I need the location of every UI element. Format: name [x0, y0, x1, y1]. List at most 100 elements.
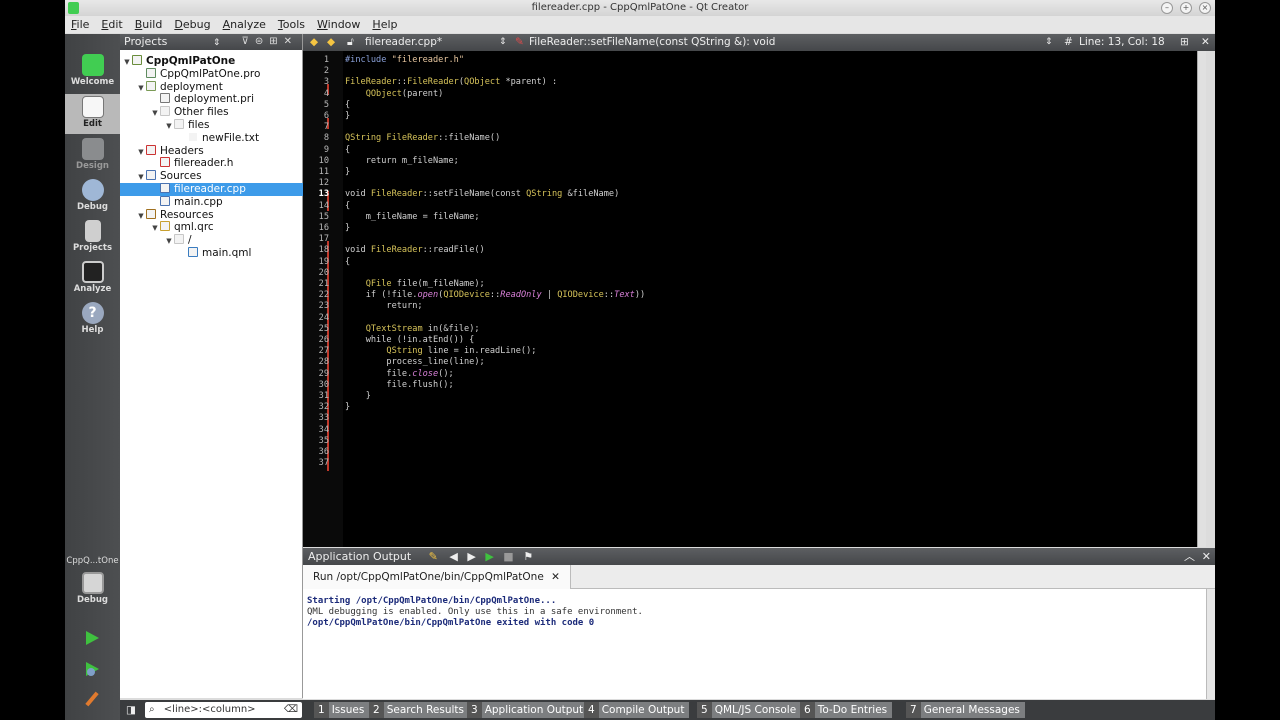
tree-item[interactable]: ▼ qml.qrc	[120, 221, 303, 234]
code-line[interactable]: }	[345, 167, 350, 178]
tree-item[interactable]: ▼ CppQmlPatOne	[120, 55, 303, 68]
menu-debug[interactable]: Debug	[174, 18, 210, 31]
symbol-selector[interactable]: FileReader::setFileName(const QString &)…	[529, 34, 775, 51]
rerun-icon[interactable]: ▶	[485, 550, 493, 563]
code-line[interactable]: return;	[345, 301, 422, 312]
next-icon[interactable]: ▶	[467, 550, 475, 563]
code-line[interactable]: {	[345, 201, 350, 212]
clear-locator-icon[interactable]: ⌫	[284, 702, 298, 718]
output-scrollbar[interactable]	[1206, 589, 1215, 699]
code-line[interactable]: return m_fileName;	[345, 156, 459, 167]
mode-debug[interactable]: Debug	[65, 177, 120, 217]
code-line[interactable]: QString FileReader::fileName()	[345, 133, 500, 144]
menu-edit[interactable]: Edit	[101, 18, 122, 31]
code-line[interactable]: QTextStream in(&file);	[345, 324, 480, 335]
menu-analyze[interactable]: Analyze	[223, 18, 266, 31]
code-line[interactable]: QFile file(m_fileName);	[345, 279, 485, 290]
code-line[interactable]: void FileReader::setFileName(const QStri…	[345, 189, 619, 200]
close-pane-icon[interactable]: ✕	[1202, 548, 1211, 565]
menu-file[interactable]: File	[71, 18, 89, 31]
code-line[interactable]: {	[345, 257, 350, 268]
code-line[interactable]: QObject(parent)	[345, 89, 444, 100]
kit-selector[interactable]: Debug	[65, 570, 120, 610]
menu-tools[interactable]: Tools	[278, 18, 305, 31]
code-line[interactable]: }	[345, 223, 350, 234]
output-pane-button[interactable]: 1 Issues	[314, 702, 370, 718]
forward-arrow-icon[interactable]: ◆	[327, 34, 335, 51]
debug-run-icon[interactable]	[83, 660, 101, 678]
lock-icon[interactable]: 🔓︎	[347, 34, 354, 51]
attach-icon[interactable]: ⚑	[523, 550, 533, 563]
menu-help[interactable]: Help	[372, 18, 397, 31]
toggle-sidebar-icon[interactable]: ◨	[126, 700, 136, 720]
mode-projects[interactable]: Projects	[65, 218, 120, 258]
close-window-icon[interactable]: ×	[1199, 2, 1211, 14]
tree-item[interactable]: ▼ Sources	[120, 170, 303, 183]
tree-item[interactable]: newFile.txt	[120, 131, 303, 145]
code-line[interactable]: while (!in.atEnd()) {	[345, 335, 475, 346]
code-line[interactable]: FileReader::FileReader(QObject *parent) …	[345, 77, 557, 88]
code-line[interactable]: m_fileName = fileName;	[345, 212, 480, 223]
code-line[interactable]: void FileReader::readFile()	[345, 245, 485, 256]
tree-item[interactable]: filereader.cpp	[120, 183, 303, 196]
previous-icon[interactable]: ◀	[449, 550, 457, 563]
output-pane-button[interactable]: 6 To-Do Entries	[800, 702, 893, 718]
code-line[interactable]: }	[345, 402, 350, 413]
maximize-window-icon[interactable]: +	[1180, 2, 1192, 14]
output-run-tab[interactable]: Run /opt/CppQmlPatOne/bin/CppQmlPatOne ✕	[303, 565, 571, 589]
code-line[interactable]: QString line = in.readLine();	[345, 346, 536, 357]
code-line[interactable]: {	[345, 100, 350, 111]
output-pane-button[interactable]: 5 QML/JS Console	[697, 702, 802, 718]
tree-item[interactable]: deployment.pri	[120, 93, 303, 106]
chevron-updown-icon[interactable]: ⇕	[213, 38, 221, 48]
output-text[interactable]: Starting /opt/CppQmlPatOne/bin/CppQmlPat…	[307, 596, 643, 629]
clear-icon[interactable]: ✎	[429, 550, 438, 563]
chevron-updown-icon[interactable]: ⇕	[499, 34, 507, 51]
code-line[interactable]: if (!file.open(QIODevice::ReadOnly | QIO…	[345, 290, 646, 301]
tree-item[interactable]: ▼ /	[120, 234, 303, 247]
code-line[interactable]: #include "filereader.h"	[345, 55, 464, 66]
file-selector[interactable]: filereader.cpp*	[365, 34, 442, 51]
tree-item[interactable]: ▼ Other files	[120, 106, 303, 119]
code-line[interactable]: }	[345, 111, 350, 122]
code-line[interactable]: }	[345, 391, 371, 402]
projects-pane-title[interactable]: Projects	[124, 35, 167, 48]
chevron-updown-icon[interactable]: ⇕	[1045, 34, 1053, 51]
close-editor-icon[interactable]: ✕	[1201, 34, 1210, 51]
locator-input[interactable]: ⌕ <line>:<column> ⌫	[145, 702, 302, 718]
output-pane-button[interactable]: 7 General Messages	[906, 702, 1025, 718]
code-line[interactable]: file.close();	[345, 369, 453, 380]
tree-item[interactable]: ▼ deployment	[120, 80, 303, 94]
back-arrow-icon[interactable]: ◆	[310, 34, 318, 51]
output-pane-button[interactable]: 4 Compile Output	[584, 702, 690, 718]
code-line[interactable]: process_line(line);	[345, 357, 484, 368]
tree-item[interactable]: filereader.h	[120, 157, 303, 170]
code-editor[interactable]: 1 2 3 4 5 6 7 8 9 10 11 12 13 14 15 16 17 18 19 20 21 22 23 24 2…	[303, 51, 1206, 547]
cursor-position[interactable]: Line: 13, Col: 18	[1079, 34, 1165, 51]
run-icon[interactable]	[83, 629, 101, 647]
projects-pane-toolbar[interactable]: ⊽⊜⊞✕	[242, 34, 298, 50]
tree-item[interactable]: main.qml	[120, 247, 303, 260]
stop-icon[interactable]: ■	[503, 550, 513, 563]
mode-edit[interactable]: Edit	[65, 94, 120, 134]
tree-item[interactable]: ▼ files	[120, 119, 303, 132]
minimize-window-icon[interactable]: –	[1161, 2, 1173, 14]
mode-help[interactable]: ? Help	[65, 300, 120, 340]
tree-item[interactable]: CppQmlPatOne.pro	[120, 67, 303, 81]
tree-item[interactable]: main.cpp	[120, 195, 303, 209]
maximize-pane-icon[interactable]: ︿	[1184, 548, 1195, 565]
code-line[interactable]: file.flush();	[345, 380, 453, 391]
mode-welcome[interactable]: Welcome	[65, 52, 120, 92]
tree-item[interactable]: ▼ Resources	[120, 208, 303, 222]
code-line[interactable]: {	[345, 145, 350, 156]
mode-design[interactable]: Design	[65, 136, 120, 176]
mode-analyze[interactable]: Analyze	[65, 259, 120, 299]
close-tab-icon[interactable]: ✕	[551, 571, 560, 583]
menu-window[interactable]: Window	[317, 18, 360, 31]
output-pane-button[interactable]: 2 Search Results	[369, 702, 470, 718]
editor-scrollbar[interactable]	[1197, 51, 1206, 547]
menu-build[interactable]: Build	[135, 18, 163, 31]
output-pane-button[interactable]: 3 Application Output	[467, 702, 589, 718]
build-hammer-icon[interactable]	[83, 690, 101, 708]
split-icon[interactable]: ⊞	[1180, 34, 1189, 51]
